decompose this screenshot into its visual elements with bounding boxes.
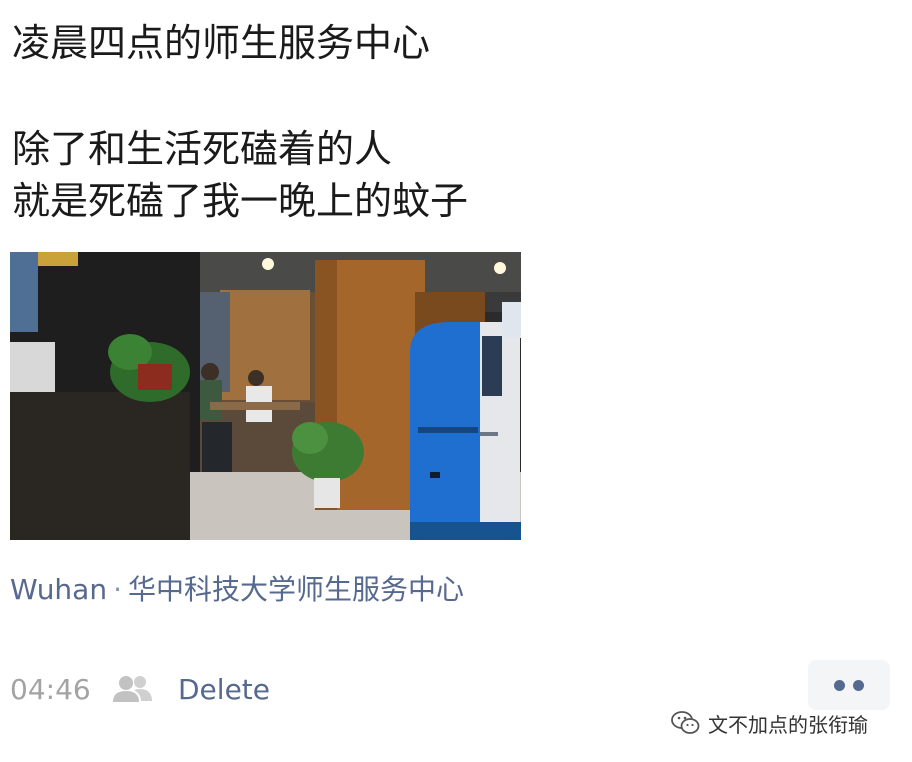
more-dots-icon-second [853,679,864,691]
more-dots-icon [834,679,845,691]
post-text-line-2: 除了和生活死磕着的人 [12,127,393,171]
post-photo[interactable] [10,252,521,540]
post-text-line-3: 就是死磕了我一晚上的蚊子 [12,179,469,223]
photo-illustration [10,252,521,540]
delete-button[interactable]: Delete [178,672,270,708]
post-time: 04:46 [10,673,91,706]
location-link[interactable]: Wuhan · 华中科技大学师生服务中心 [10,572,464,608]
friends-icon[interactable] [110,674,154,704]
post-text-line-1: 凌晨四点的师生服务中心 [12,21,431,65]
location-city[interactable]: Wuhan [10,573,107,606]
more-options-button[interactable] [808,660,890,710]
watermark-text: 文不加点的张衔瑜 [708,712,868,737]
watermark: 文不加点的张衔瑜 [670,708,868,738]
wechat-logo-icon [671,711,700,734]
location-separator: · [113,573,122,606]
location-place[interactable]: 华中科技大学师生服务中心 [128,573,464,606]
